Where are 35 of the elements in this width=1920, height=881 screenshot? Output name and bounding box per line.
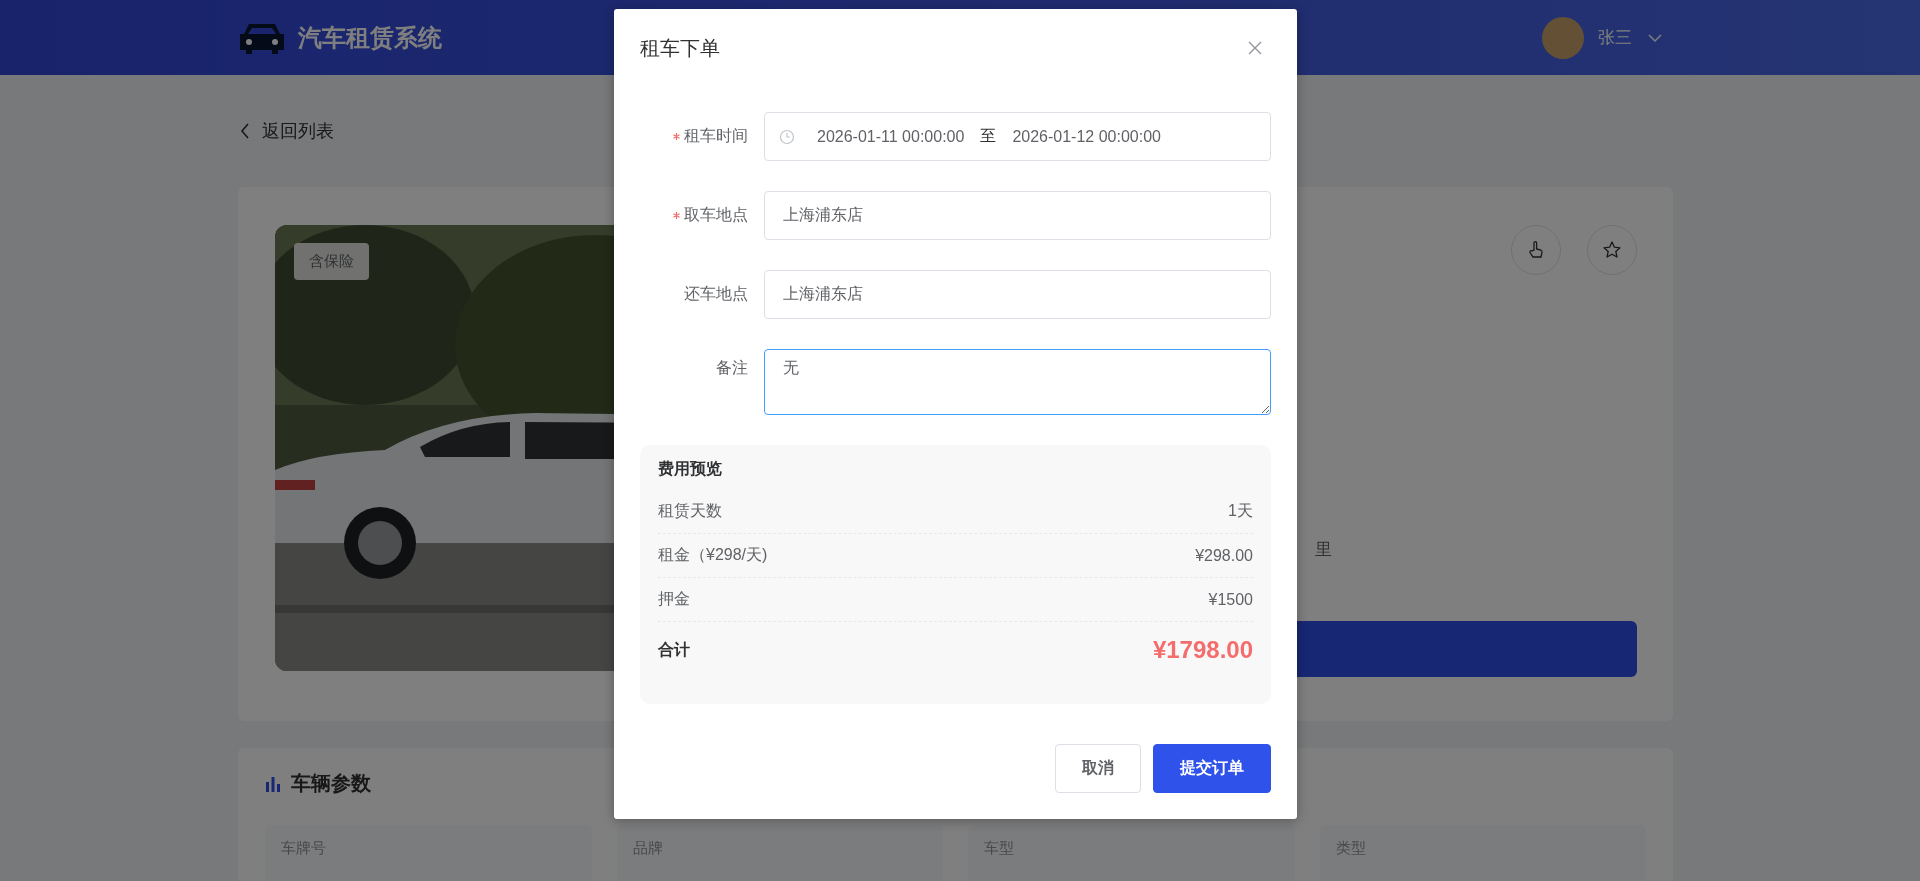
remark-field[interactable]: 无	[764, 349, 1271, 415]
field-label: 租车时间	[684, 126, 748, 146]
bar-chart-icon	[265, 775, 281, 792]
fee-title: 费用预览	[658, 459, 723, 479]
fee-label: 租金（¥298/天)	[658, 545, 768, 565]
fee-value: 1天	[1228, 501, 1253, 521]
close-icon[interactable]	[1248, 41, 1262, 55]
spec-text: 里	[1315, 539, 1332, 561]
app-title: 汽车租赁系统	[298, 22, 442, 53]
cancel-button[interactable]: 取消	[1055, 744, 1141, 793]
like-button[interactable]	[1511, 225, 1561, 275]
fee-value: ¥1500	[1208, 590, 1253, 609]
back-icon[interactable]	[240, 123, 250, 139]
insurance-tag: 含保险	[294, 243, 369, 280]
section-title: 车辆参数	[291, 771, 371, 796]
text-field[interactable]: 上海浦东店	[764, 270, 1271, 319]
fee-label: 押金	[658, 589, 690, 609]
back-link[interactable]: 返回列表	[262, 119, 334, 143]
text-field[interactable]: 上海浦东店	[764, 191, 1271, 240]
clock-icon	[779, 128, 795, 145]
avatar[interactable]	[1542, 16, 1584, 59]
fee-value: ¥298.00	[1195, 546, 1253, 565]
star-icon	[1602, 240, 1622, 260]
hand-pointer-icon	[1526, 240, 1546, 260]
dialog-title: 租车下单	[640, 35, 721, 61]
field-label: 还车地点	[684, 284, 748, 304]
field-label: 备注	[716, 357, 748, 378]
field-label: 取车地点	[684, 205, 748, 225]
total-label: 合计	[658, 639, 690, 660]
date-range-field[interactable]: 2026-01-11 00:00:00 至 2026-01-12 00:00:00	[764, 112, 1271, 161]
fee-label: 租赁天数	[658, 501, 722, 521]
favorite-button[interactable]	[1587, 225, 1637, 275]
caret-icon[interactable]	[1648, 32, 1662, 43]
total-price: ¥1798.00	[1152, 636, 1253, 664]
submit-button[interactable]: 提交订单	[1153, 744, 1271, 793]
